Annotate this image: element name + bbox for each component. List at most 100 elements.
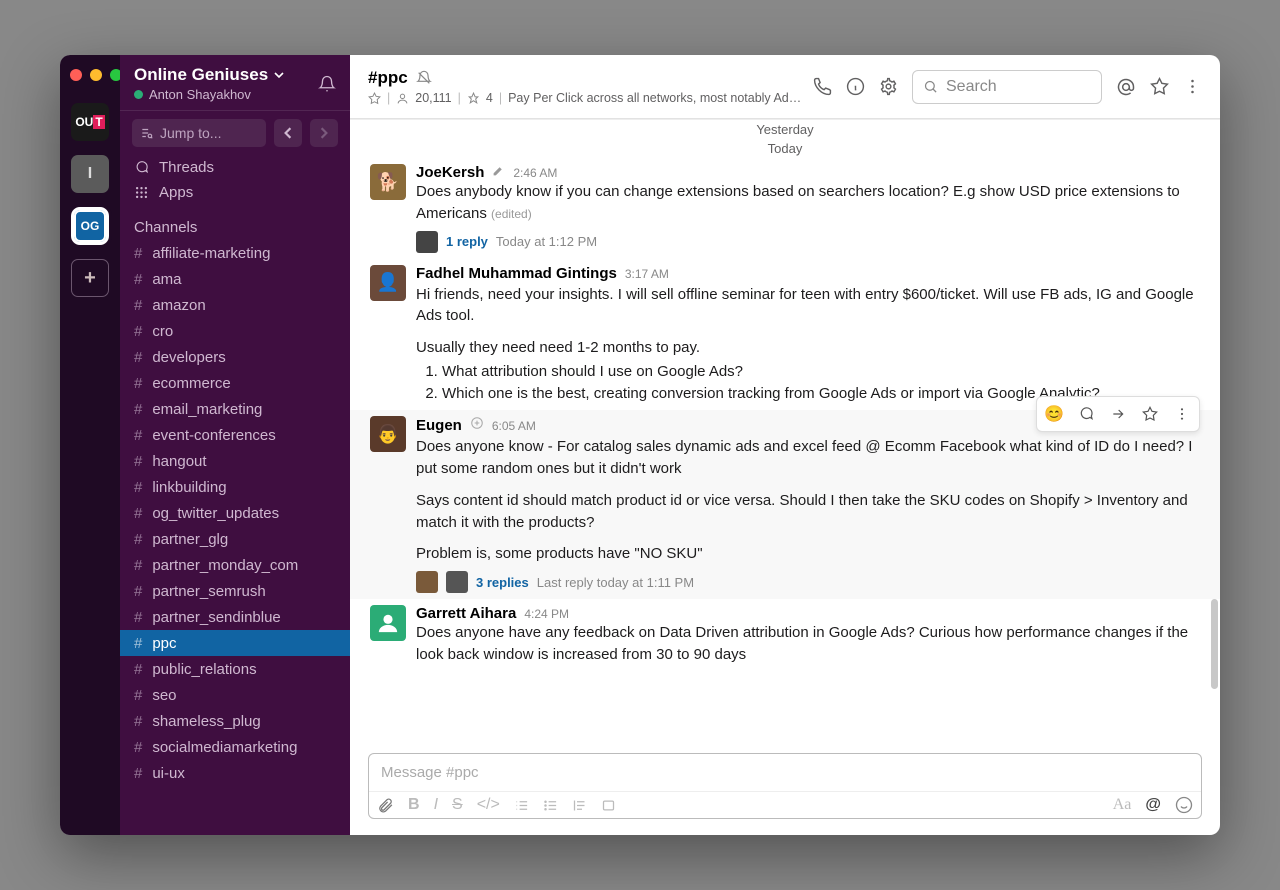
- avatar[interactable]: 👨: [370, 416, 406, 452]
- channel-item-ama[interactable]: #ama: [120, 266, 350, 292]
- hash-icon: #: [134, 765, 142, 782]
- channel-item-email_marketing[interactable]: #email_marketing: [120, 396, 350, 422]
- hash-icon: #: [134, 349, 142, 366]
- star-icon[interactable]: [368, 92, 381, 105]
- channel-item-partner_sendinblue[interactable]: #partner_sendinblue: [120, 604, 350, 630]
- hash-icon: #: [134, 245, 142, 262]
- thread-summary[interactable]: 1 reply Today at 1:12 PM: [416, 231, 1200, 253]
- history-back-button[interactable]: [274, 119, 302, 147]
- date-divider: Today: [350, 139, 1220, 158]
- message-time: 2:46 AM: [513, 166, 557, 180]
- status-icon: [470, 416, 484, 430]
- channel-item-ppc[interactable]: #ppc: [120, 630, 350, 656]
- italic-icon[interactable]: I: [434, 796, 438, 814]
- composer: Message #ppc B I S </> Aa @: [350, 753, 1220, 835]
- message-author[interactable]: Fadhel Muhammad Gintings: [416, 265, 617, 282]
- avatar[interactable]: [370, 605, 406, 641]
- star-channel-icon[interactable]: [1150, 77, 1169, 96]
- hash-icon: #: [134, 557, 142, 574]
- mentions-icon[interactable]: [1116, 77, 1136, 97]
- channel-item-cro[interactable]: #cro: [120, 318, 350, 344]
- ordered-list-icon[interactable]: [514, 798, 529, 813]
- channel-item-amazon[interactable]: #amazon: [120, 292, 350, 318]
- apps-link[interactable]: Apps: [120, 180, 350, 205]
- channels-section-label[interactable]: Channels: [120, 205, 350, 240]
- save-icon[interactable]: [1135, 399, 1165, 429]
- channel-item-ecommerce[interactable]: #ecommerce: [120, 370, 350, 396]
- scrollbar[interactable]: [1211, 599, 1218, 689]
- channel-item-seo[interactable]: #seo: [120, 682, 350, 708]
- quote-icon[interactable]: [572, 798, 587, 813]
- share-icon[interactable]: [1103, 399, 1133, 429]
- channel-topic[interactable]: Pay Per Click across all networks, most …: [508, 91, 801, 105]
- message[interactable]: 🐕 JoeKersh 2:46 AM Does anybody know if …: [350, 158, 1220, 259]
- hash-icon: #: [134, 531, 142, 548]
- channel-title[interactable]: #ppc: [368, 68, 408, 88]
- codeblock-icon[interactable]: [601, 798, 616, 813]
- channel-item-developers[interactable]: #developers: [120, 344, 350, 370]
- add-reaction-icon[interactable]: 😊: [1039, 399, 1069, 429]
- channel-item-partner_glg[interactable]: #partner_glg: [120, 526, 350, 552]
- apps-icon: [134, 185, 149, 200]
- reply-avatar: [446, 571, 468, 593]
- channel-item-og_twitter_updates[interactable]: #og_twitter_updates: [120, 500, 350, 526]
- jump-to-input[interactable]: Jump to...: [132, 119, 266, 147]
- more-icon[interactable]: [1183, 77, 1202, 96]
- message-author[interactable]: Eugen: [416, 417, 462, 434]
- channel-item-linkbuilding[interactable]: #linkbuilding: [120, 474, 350, 500]
- pin-count[interactable]: 4: [486, 91, 493, 105]
- avatar[interactable]: 👤: [370, 265, 406, 301]
- channel-item-hangout[interactable]: #hangout: [120, 448, 350, 474]
- emoji-icon[interactable]: [1175, 796, 1193, 814]
- formatting-toggle-icon[interactable]: Aa: [1113, 796, 1132, 814]
- info-icon[interactable]: [846, 77, 865, 96]
- settings-icon[interactable]: [879, 77, 898, 96]
- sidebar-header[interactable]: Online Geniuses Anton Shayakhov: [120, 55, 350, 111]
- hash-icon: #: [134, 505, 142, 522]
- message-time: 6:05 AM: [492, 419, 536, 433]
- message[interactable]: 👤 Fadhel Muhammad Gintings 3:17 AM Hi fr…: [350, 259, 1220, 411]
- channel-item-shameless_plug[interactable]: #shameless_plug: [120, 708, 350, 734]
- bold-icon[interactable]: B: [408, 796, 420, 814]
- channel-item-ui-ux[interactable]: #ui-ux: [120, 760, 350, 786]
- reply-thread-icon[interactable]: [1071, 399, 1101, 429]
- hash-icon: #: [134, 479, 142, 496]
- code-icon[interactable]: </>: [477, 796, 500, 814]
- channel-item-affiliate-marketing[interactable]: #affiliate-marketing: [120, 240, 350, 266]
- message-time: 3:17 AM: [625, 267, 669, 281]
- notifications-icon[interactable]: [318, 75, 336, 93]
- strike-icon[interactable]: S: [452, 796, 463, 814]
- message[interactable]: 😊 👨 Eugen 6:05 AM Does anyone know - For…: [350, 410, 1220, 599]
- search-input[interactable]: Search: [912, 70, 1102, 104]
- message-input[interactable]: Message #ppc: [369, 754, 1201, 791]
- close-window[interactable]: [70, 69, 82, 81]
- message-author[interactable]: Garrett Aihara: [416, 605, 516, 622]
- bullet-list-icon[interactable]: [543, 798, 558, 813]
- threads-link[interactable]: Threads: [120, 155, 350, 180]
- search-icon: [923, 79, 938, 94]
- workspace-switch-i[interactable]: I: [71, 155, 109, 193]
- channel-item-socialmediamarketing[interactable]: #socialmediamarketing: [120, 734, 350, 760]
- member-count[interactable]: 20,111: [415, 91, 451, 105]
- call-icon[interactable]: [813, 77, 832, 96]
- more-actions-icon[interactable]: [1167, 399, 1197, 429]
- hash-icon: #: [134, 635, 142, 652]
- channel-item-partner_semrush[interactable]: #partner_semrush: [120, 578, 350, 604]
- channel-item-partner_monday_com[interactable]: #partner_monday_com: [120, 552, 350, 578]
- history-forward-button[interactable]: [310, 119, 338, 147]
- avatar[interactable]: 🐕: [370, 164, 406, 200]
- message[interactable]: Garrett Aihara 4:24 PM Does anyone have …: [350, 599, 1220, 672]
- attach-icon[interactable]: [377, 797, 394, 814]
- workspace-switch-out[interactable]: OUT: [71, 103, 109, 141]
- message-author[interactable]: JoeKersh: [416, 164, 484, 181]
- user-presence: Anton Shayakhov: [134, 87, 284, 102]
- workspace-switch-og[interactable]: OG: [71, 207, 109, 245]
- mention-icon[interactable]: @: [1145, 796, 1161, 814]
- add-workspace-button[interactable]: +: [71, 259, 109, 297]
- mute-icon[interactable]: [416, 70, 432, 86]
- channel-item-public_relations[interactable]: #public_relations: [120, 656, 350, 682]
- thread-summary[interactable]: 3 replies Last reply today at 1:11 PM: [416, 571, 1200, 593]
- minimize-window[interactable]: [90, 69, 102, 81]
- channel-item-event-conferences[interactable]: #event-conferences: [120, 422, 350, 448]
- hash-icon: #: [134, 427, 142, 444]
